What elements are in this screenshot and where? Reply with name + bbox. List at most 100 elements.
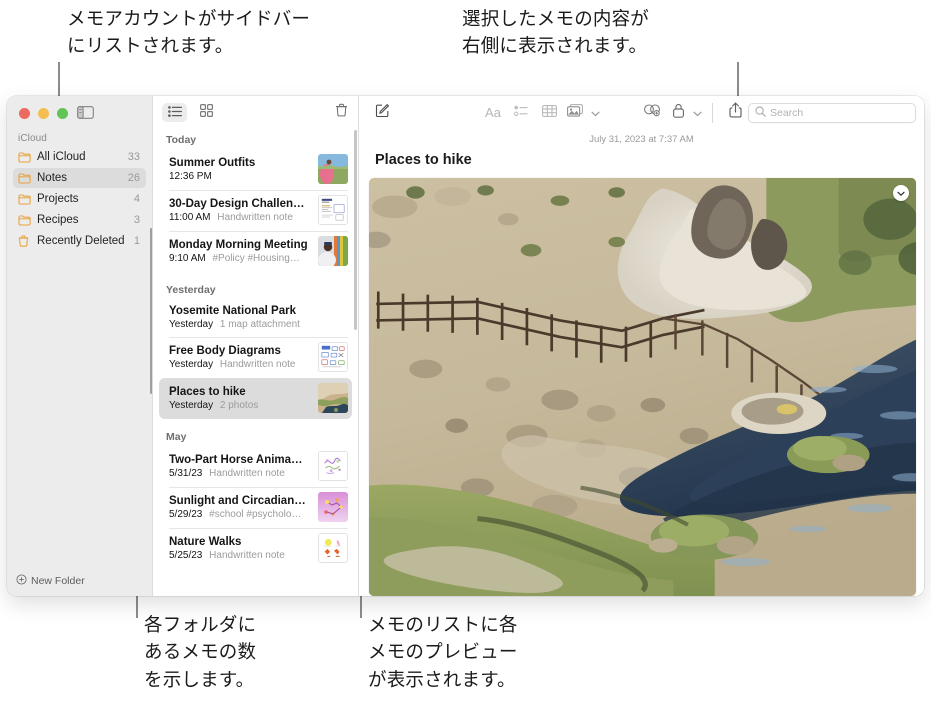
sidebar-item-notes[interactable]: Notes 26 [13, 168, 146, 188]
sidebar-item-projects[interactable]: Projects 4 [13, 189, 146, 209]
sidebar-section-label: iCloud [18, 133, 47, 144]
note-list-item[interactable]: Free Body Diagrams Yesterday Handwritten… [159, 337, 352, 378]
note-item-text: Monday Morning Meeting 9:10 AM #Policy #… [169, 239, 312, 264]
note-item-snippet: Handwritten note [209, 549, 285, 561]
sidebar-item-count: 1 [133, 235, 140, 247]
zoom-button[interactable] [57, 108, 68, 119]
note-group-header: May [166, 431, 187, 443]
note-list-item[interactable]: Sunlight and Circadian… 5/29/23 #school … [159, 487, 352, 528]
trash-icon [18, 235, 33, 247]
note-item-snippet: #school #psycholo… [209, 508, 302, 520]
sidebar-item-all-icloud[interactable]: All iCloud 33 [13, 147, 146, 167]
note-list-item[interactable]: Nature Walks 5/25/23 Handwritten note [159, 528, 352, 569]
note-item-time: 5/29/23 [169, 508, 203, 520]
chevron-down-icon [692, 104, 702, 122]
sidebar-item-recently-deleted[interactable]: Recently Deleted 1 [13, 231, 146, 251]
search-input[interactable]: Search [770, 107, 803, 119]
note-item-snippet: Handwritten note [219, 358, 296, 370]
lock-button[interactable] [667, 103, 689, 123]
folder-icon [18, 193, 33, 205]
trash-icon [335, 103, 348, 122]
note-detail-pane: Aa Search July 31, 2023 at 7:37 AM Place… [359, 96, 924, 596]
checklist-button[interactable] [507, 104, 535, 122]
close-button[interactable] [19, 108, 30, 119]
gallery-view-button[interactable] [194, 103, 219, 122]
note-item-text: Nature Walks 5/25/23 Handwritten note [169, 536, 312, 561]
lock-chevron-button[interactable] [689, 104, 705, 122]
note-item-subtitle: Yesterday 1 map attachment [169, 319, 348, 330]
sidebar-item-count: 4 [133, 193, 140, 205]
sidebar-item-label: Projects [37, 193, 79, 205]
media-chevron-button[interactable] [587, 104, 603, 122]
note-item-subtitle: 5/31/23 Handwritten note [169, 468, 312, 479]
note-list-item[interactable]: Yosemite National Park Yesterday 1 map a… [159, 299, 352, 337]
note-item-text: Places to hike Yesterday 2 photos [169, 386, 312, 411]
search-field[interactable]: Search [748, 102, 916, 123]
sidebar-item-label: Recently Deleted [37, 235, 125, 247]
note-list-item-selected[interactable]: Places to hike Yesterday 2 photos [159, 378, 352, 419]
table-button[interactable] [535, 104, 563, 122]
delete-note-button[interactable] [335, 103, 348, 122]
chevron-down-icon [590, 104, 600, 122]
note-item-subtitle: 9:10 AM #Policy #Housing… [169, 253, 312, 264]
collaborate-button[interactable] [637, 103, 667, 122]
note-item-snippet: Handwritten note [217, 211, 293, 223]
note-item-thumbnail [318, 383, 348, 413]
sidebar-item-label: Notes [37, 172, 68, 184]
note-item-text: Sunlight and Circadian… 5/29/23 #school … [169, 495, 312, 520]
folder-icon [18, 172, 33, 184]
chevron-down-circle-icon [897, 184, 905, 202]
annotation-folder-counts: 各フォルダに あるメモの数 を示します。 [144, 615, 257, 691]
note-item-snippet: 1 map attachment [219, 319, 300, 330]
new-folder-button[interactable]: New Folder [7, 566, 152, 596]
note-item-title: Two-Part Horse Anima… [169, 453, 303, 466]
list-view-button[interactable] [162, 103, 187, 122]
note-list-item[interactable]: Monday Morning Meeting 9:10 AM #Policy #… [159, 231, 352, 272]
note-attachment-photo[interactable] [369, 178, 916, 596]
format-text-button[interactable]: Aa [479, 105, 507, 120]
hot-creek-photo-graphic [369, 178, 916, 596]
note-list-scroll-area[interactable]: Today Summer Outfits 12:36 PM 30-Day Des… [153, 129, 358, 596]
note-item-subtitle: Yesterday 2 photos [169, 400, 312, 411]
list-view-icon [167, 104, 182, 122]
note-item-thumbnail [318, 533, 348, 563]
note-item-thumbnail [318, 154, 348, 184]
note-item-thumbnail [318, 342, 348, 372]
attachment-menu-button[interactable] [893, 185, 909, 201]
note-item-time: Yesterday [169, 319, 214, 330]
note-list-scrollbar[interactable] [353, 130, 357, 330]
media-insert-icon [567, 103, 583, 122]
note-item-subtitle: Yesterday Handwritten note [169, 359, 312, 370]
note-item-subtitle: 5/29/23 #school #psycholo… [169, 509, 312, 520]
note-item-snippet: 2 photos [219, 399, 259, 411]
note-item-time: 9:10 AM [169, 252, 206, 264]
note-item-thumbnail [318, 492, 348, 522]
new-folder-label: New Folder [31, 575, 85, 587]
note-item-time: 11:00 AM [169, 211, 211, 223]
note-title: Places to hike [375, 152, 472, 168]
sidebar-item-recipes[interactable]: Recipes 3 [13, 210, 146, 230]
note-list-item[interactable]: Summer Outfits 12:36 PM [159, 149, 352, 190]
media-insert-button[interactable] [563, 103, 587, 122]
note-item-text: Free Body Diagrams Yesterday Handwritten… [169, 345, 312, 370]
compose-note-icon [375, 103, 390, 123]
note-item-snippet: #Policy #Housing… [212, 252, 300, 264]
note-item-time: 12:36 PM [169, 170, 212, 182]
note-item-thumbnail [318, 451, 348, 481]
sidebar: iCloud All iCloud 33 Notes 26 Projects 4… [7, 96, 153, 596]
table-icon [541, 104, 557, 122]
note-item-text: Two-Part Horse Anima… 5/31/23 Handwritte… [169, 454, 312, 479]
gallery-view-icon [200, 103, 214, 122]
note-list-item[interactable]: 30-Day Design Challen… 11:00 AM Handwrit… [159, 190, 352, 231]
folder-icon [18, 151, 33, 163]
share-button[interactable] [722, 102, 748, 123]
note-item-subtitle: 5/25/23 Handwritten note [169, 550, 312, 561]
note-item-title: Sunlight and Circadian… [169, 494, 306, 507]
sidebar-toggle-button[interactable] [76, 105, 94, 122]
note-list-item[interactable]: Two-Part Horse Anima… 5/31/23 Handwritte… [159, 446, 352, 487]
minimize-button[interactable] [38, 108, 49, 119]
note-item-title: Yosemite National Park [169, 305, 296, 317]
note-detail-toolbar: Aa Search [359, 96, 924, 129]
note-item-title: Free Body Diagrams [169, 344, 281, 357]
compose-note-button[interactable] [371, 103, 393, 123]
